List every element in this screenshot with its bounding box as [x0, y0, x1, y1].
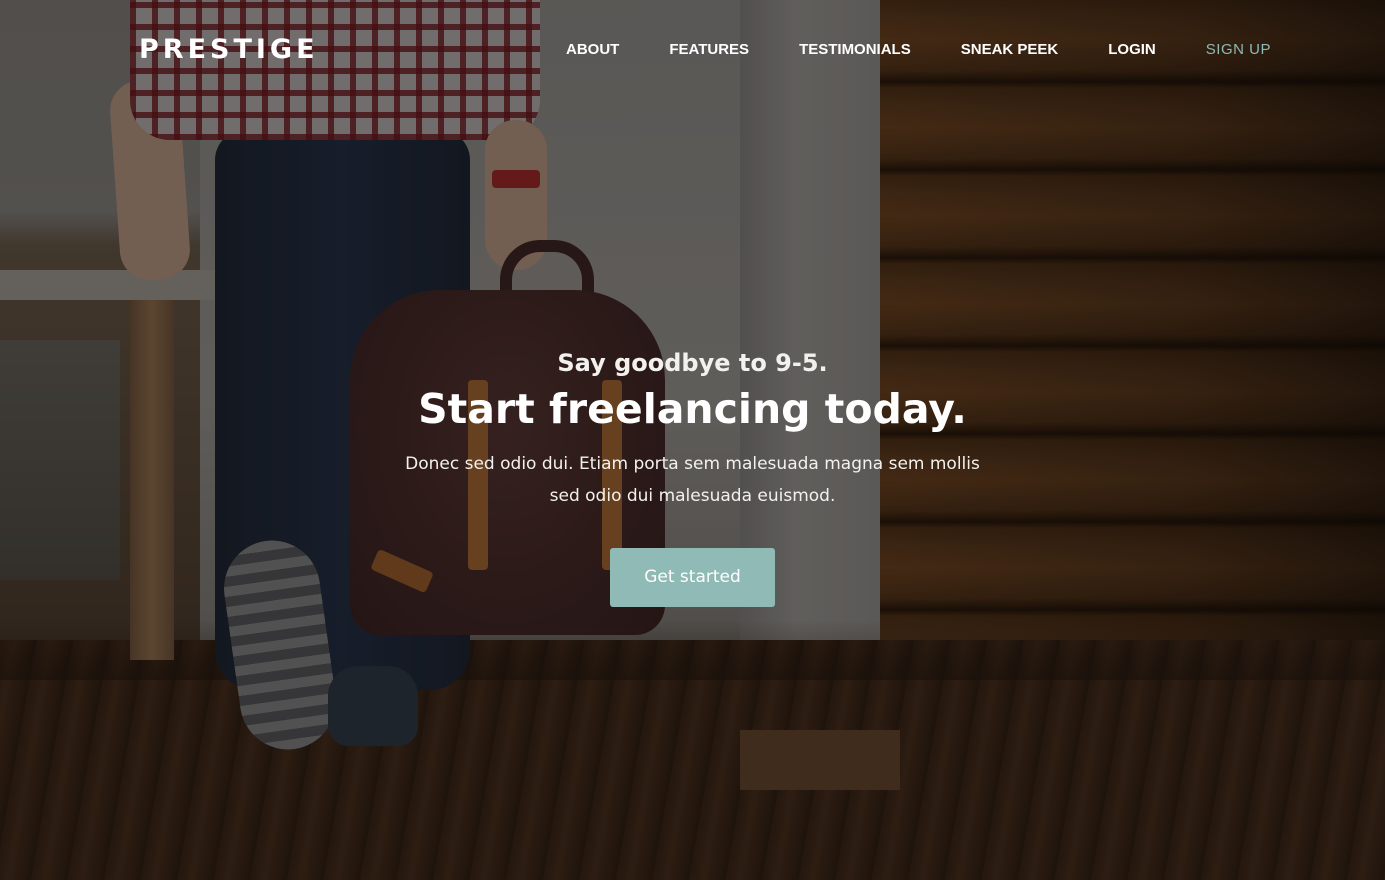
nav-item-sneak-peek: SNEAK PEEK	[961, 41, 1059, 59]
hero-pretitle: Say goodbye to 9-5.	[557, 349, 828, 377]
nav-item-login: LOGIN	[1108, 41, 1156, 59]
nav-link-about[interactable]: ABOUT	[566, 41, 619, 58]
get-started-button[interactable]: Get started	[610, 548, 775, 607]
nav-link-sign-up[interactable]: SIGN UP	[1206, 41, 1271, 58]
nav-item-about: ABOUT	[566, 41, 619, 59]
nav-link-login[interactable]: LOGIN	[1108, 41, 1156, 58]
hero-section: PRESTIGE ABOUT FEATURES TESTIMONIALS SNE…	[0, 0, 1385, 880]
brand-logo[interactable]: PRESTIGE	[139, 34, 319, 66]
nav-link-features[interactable]: FEATURES	[669, 41, 749, 58]
hero-title: Start freelancing today.	[418, 385, 967, 433]
nav-item-features: FEATURES	[669, 41, 749, 59]
nav-link-testimonials[interactable]: TESTIMONIALS	[799, 41, 911, 58]
nav-item-testimonials: TESTIMONIALS	[799, 41, 911, 59]
hero-content: Say goodbye to 9-5. Start freelancing to…	[0, 346, 1385, 607]
nav-menu: ABOUT FEATURES TESTIMONIALS SNEAK PEEK L…	[566, 41, 1271, 59]
top-navigation: PRESTIGE ABOUT FEATURES TESTIMONIALS SNE…	[0, 0, 1385, 100]
hero-description: Donec sed odio dui. Etiam porta sem male…	[405, 454, 980, 506]
nav-link-sneak-peek[interactable]: SNEAK PEEK	[961, 41, 1059, 58]
nav-item-sign-up: SIGN UP	[1206, 41, 1271, 59]
